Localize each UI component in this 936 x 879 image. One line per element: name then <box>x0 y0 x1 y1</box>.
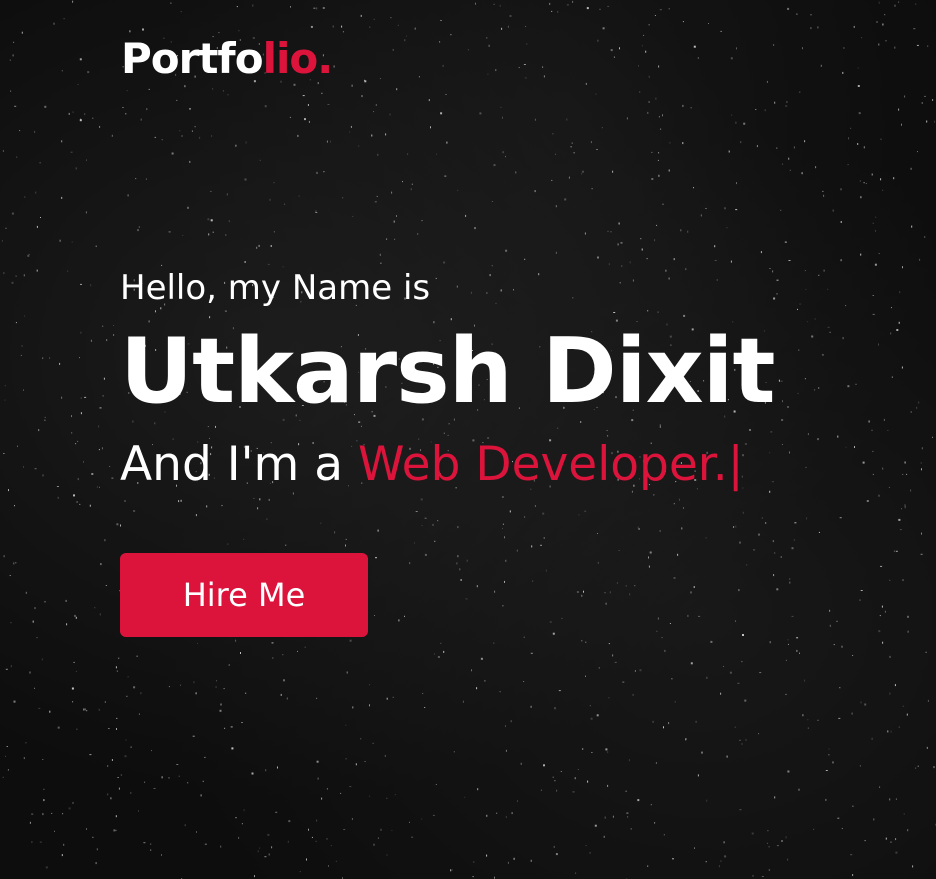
person-name: Utkarsh Dixit <box>120 319 776 424</box>
role-line: And I'm a Web Developer.| <box>120 434 910 496</box>
greeting-text: Hello, my Name is <box>120 268 431 308</box>
typing-cursor: | <box>727 437 744 492</box>
role-prefix: And I'm a <box>120 437 358 492</box>
hire-me-button[interactable]: Hire Me <box>120 553 368 637</box>
logo-main-text: Portfo <box>121 34 264 83</box>
role-highlight: Web Developer. <box>357 437 728 492</box>
logo[interactable]: Portfolio. <box>121 38 333 80</box>
logo-accent-text: lio. <box>262 34 334 83</box>
hero-section: Hello, my Name is Utkarsh Dixit And I'm … <box>120 262 910 496</box>
